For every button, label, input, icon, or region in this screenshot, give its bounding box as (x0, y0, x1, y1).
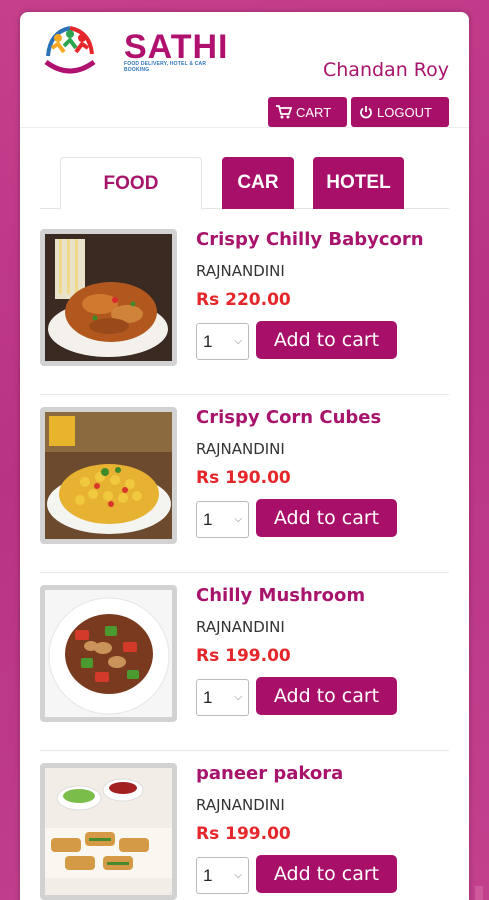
mushroom-image (45, 590, 172, 717)
item-name: paneer pakora (196, 763, 344, 784)
user-name: Chandan Roy (323, 59, 449, 81)
logout-button[interactable]: LOGOUT (351, 97, 449, 127)
add-to-cart-button[interactable]: Add to cart (256, 677, 397, 715)
food-image (40, 229, 177, 366)
logo-icon (44, 26, 96, 74)
chevron-down-icon: ⌵ (234, 514, 242, 525)
item-price: Rs 220.00 (196, 290, 291, 310)
list-item: Crispy Chilly Babycorn RAJNANDINI Rs 220… (40, 217, 449, 395)
chevron-down-icon: ⌵ (234, 870, 242, 881)
quantity-value: 1 (203, 509, 213, 529)
restaurant-name: RAJNANDINI (196, 440, 285, 458)
babycorn-image (45, 234, 172, 361)
list-item: paneer pakora RAJNANDINI Rs 199.00 1 ⌵ A… (40, 751, 449, 900)
corn-cubes-image (45, 412, 172, 539)
logout-label: LOGOUT (377, 104, 432, 120)
food-list: Crispy Chilly Babycorn RAJNANDINI Rs 220… (40, 217, 449, 900)
tab-car[interactable]: CAR (222, 157, 294, 209)
category-tabs: FOOD CAR HOTEL (40, 157, 449, 210)
restaurant-name: RAJNANDINI (196, 262, 285, 280)
cart-icon (276, 105, 292, 119)
tab-food[interactable]: FOOD (60, 157, 202, 210)
paneer-pakora-image (45, 768, 172, 895)
main-card: SATHI FOOD DELIVERY, HOTEL & CAR BOOKING… (20, 12, 469, 900)
item-price: Rs 199.00 (196, 824, 291, 844)
chevron-down-icon: ⌵ (234, 336, 242, 347)
brand-tagline: FOOD DELIVERY, HOTEL & CAR BOOKING (124, 61, 207, 73)
quantity-value: 1 (203, 331, 213, 351)
chevron-down-icon: ⌵ (234, 692, 242, 703)
quantity-value: 1 (203, 687, 213, 707)
quantity-value: 1 (203, 865, 213, 885)
add-to-cart-button[interactable]: Add to cart (256, 499, 397, 537)
quantity-select[interactable]: 1 ⌵ (196, 679, 249, 716)
quantity-select[interactable]: 1 ⌵ (196, 501, 249, 538)
food-image (40, 407, 177, 544)
food-image (40, 585, 177, 722)
item-name: Chilly Mushroom (196, 585, 366, 606)
restaurant-name: RAJNANDINI (196, 618, 285, 636)
cart-button[interactable]: CART (268, 97, 347, 127)
restaurant-name: RAJNANDINI (196, 796, 285, 814)
list-item: Chilly Mushroom RAJNANDINI Rs 199.00 1 ⌵… (40, 573, 449, 751)
item-price: Rs 199.00 (196, 646, 291, 666)
item-name: Crispy Corn Cubes (196, 407, 382, 428)
header: SATHI FOOD DELIVERY, HOTEL & CAR BOOKING… (20, 12, 469, 128)
add-to-cart-button[interactable]: Add to cart (256, 321, 397, 359)
item-name: Crispy Chilly Babycorn (196, 229, 424, 250)
power-icon (360, 106, 372, 119)
quantity-select[interactable]: 1 ⌵ (196, 857, 249, 894)
item-price: Rs 190.00 (196, 468, 291, 488)
scrollbar-handle[interactable] (475, 886, 483, 900)
cart-label: CART (296, 104, 332, 120)
food-image (40, 763, 177, 900)
tab-hotel[interactable]: HOTEL (313, 157, 404, 209)
list-item: Crispy Corn Cubes RAJNANDINI Rs 190.00 1… (40, 395, 449, 573)
quantity-select[interactable]: 1 ⌵ (196, 323, 249, 360)
add-to-cart-button[interactable]: Add to cart (256, 855, 397, 893)
logo: SATHI FOOD DELIVERY, HOTEL & CAR BOOKING (40, 18, 230, 78)
